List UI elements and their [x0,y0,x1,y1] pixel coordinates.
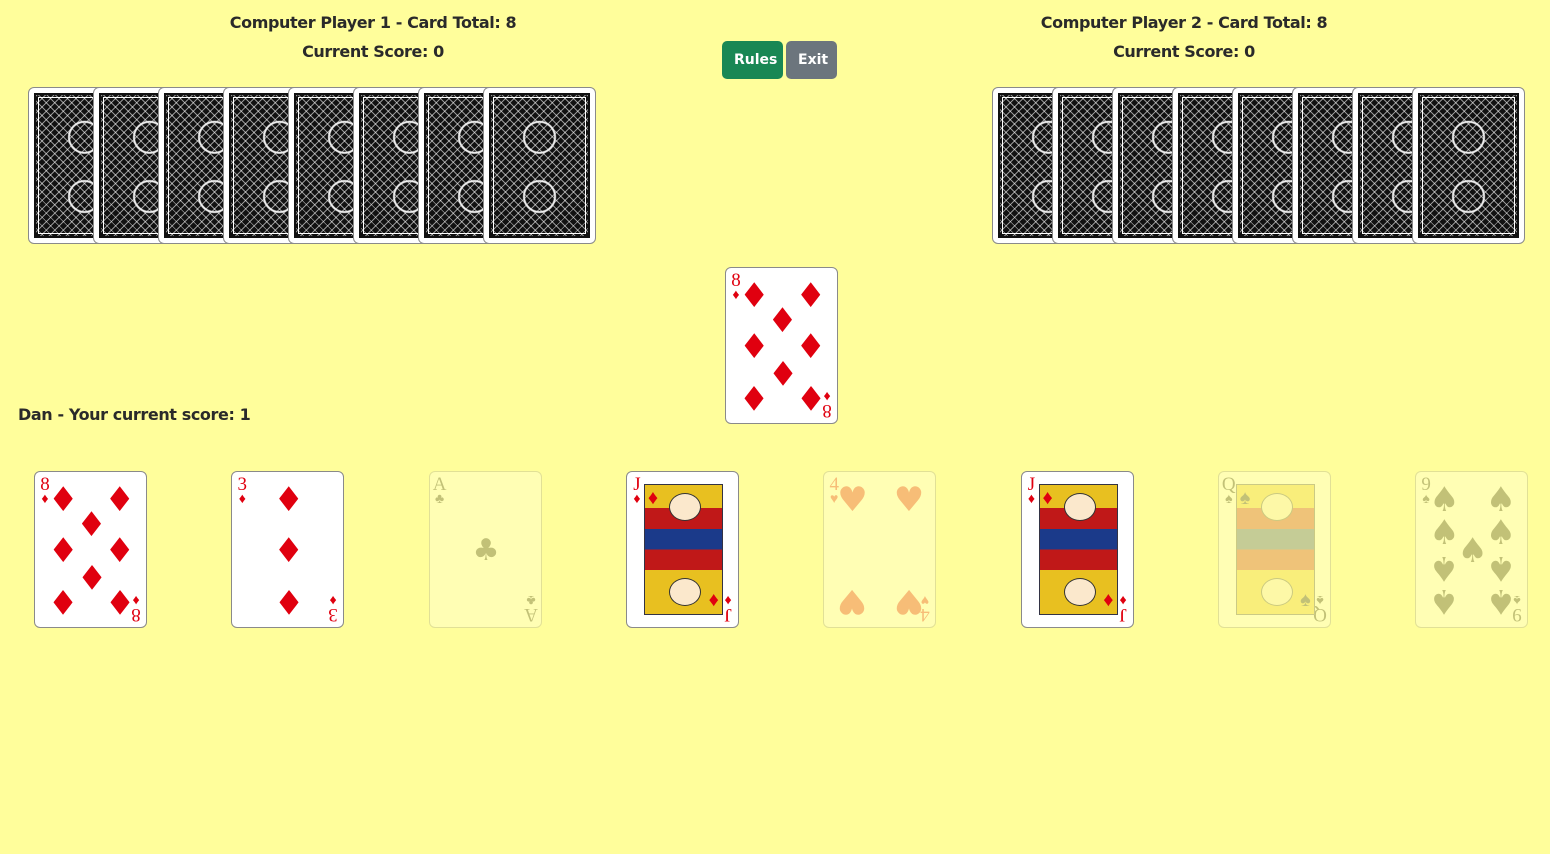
diamonds-icon: ♦ [1103,589,1114,611]
spades-pip-icon: ♠ [1429,480,1460,521]
court-face-icon [1260,578,1293,606]
diamonds-pip-icon: ♦ [273,580,305,621]
spades-pip-icon: ♠ [1429,547,1460,588]
card-corner-index: J ♦ [1024,475,1040,507]
court-face-icon [1260,493,1293,521]
card-q-of-spades[interactable]: Q ♠ Q ♠ ♠ ♠ [1217,471,1331,628]
diamonds-pip-icon: ♦ [273,480,305,521]
card-rank: J [724,604,732,625]
spades-icon: ♠ [1300,589,1311,611]
cp1-score: Current Score: 0 [302,42,444,61]
court-face-icon [668,493,701,521]
card-rank: J [1118,604,1127,625]
spades-pip-icon: ♠ [1429,580,1460,621]
card-corner-index: A ♣ [432,475,448,507]
card-rank: A [523,604,538,625]
rules-button[interactable]: Rules [722,41,783,79]
card-rank: Q [1312,604,1327,625]
spades-pip-icon: ♠ [1485,547,1517,588]
card-corner-index: 3 ♦ [325,592,341,625]
court-figure-icon: ♠ ♠ [1235,484,1315,615]
court-face-icon [1063,493,1096,521]
cp2-title: Computer Player 2 - Card Total: 8 [1040,13,1328,32]
diamonds-pip-icon: ♦ [795,376,826,417]
toolbar: Rules Exit [722,41,837,79]
card-corner-index: A ♣ [523,592,539,625]
hearts-pip-icon: ♥ [893,480,925,521]
hearts-pip-icon: ♥ [893,580,925,621]
diamonds-icon: ♦ [708,589,719,611]
spades-pip-icon: ♠ [1485,480,1517,521]
card-8-of-diamonds[interactable]: 8 ♦ 8 ♦ ♦ ♦ ♦ ♦ ♦ ♦ ♦ ♦ [34,471,147,628]
diamonds-icon: ♦ [647,487,659,509]
card-9-of-spades[interactable]: 9 ♠ 9 ♠ ♠ ♠ ♠ ♠ ♠ ♠ ♠ ♠ ♠ [1415,471,1529,628]
diamonds-pip-icon: ♦ [273,530,305,571]
diamonds-pip-icon: ♦ [48,580,79,621]
court-face-icon [668,578,701,606]
card-3-of-diamonds[interactable]: 3 ♦ 3 ♦ ♦ ♦ ♦ [231,471,345,628]
court-face-icon [1063,578,1096,606]
clubs-pip-icon: ♣ [472,532,500,568]
exit-button[interactable]: Exit [786,41,837,79]
spades-pip-icon: ♠ [1485,580,1517,621]
court-figure-icon: ♦ ♦ [643,484,723,615]
card-a-of-clubs[interactable]: A ♣ A ♣ ♣ [428,471,542,628]
cp1-title: Computer Player 1 - Card Total: 8 [229,13,517,32]
diamonds-pip-icon: ♦ [739,376,770,417]
card-4-of-hearts[interactable]: 4 ♥ 4 ♥ ♥ ♥ ♥ ♥ [823,471,937,628]
card-j-of-diamonds[interactable]: J ♦ J ♦ ♦ ♦ [625,471,739,628]
card-corner-index: Q ♠ [1221,475,1237,507]
court-figure-icon: ♦ ♦ [1038,484,1118,615]
card-back [483,87,596,244]
card-j-of-diamonds[interactable]: J ♦ J ♦ ♦ ♦ [1020,471,1134,628]
hearts-pip-icon: ♥ [837,480,868,521]
cp2-score: Current Score: 0 [1113,42,1255,61]
diamonds-icon: ♦ [633,492,641,507]
hearts-pip-icon: ♥ [837,580,868,621]
card-back [1412,87,1525,244]
card-corner-index: J ♦ [629,475,645,507]
card-corner-index: 3 ♦ [234,475,250,507]
card-rank: 3 [328,604,339,625]
card-8-of-diamonds[interactable]: 8 ♦ 8 ♦ ♦ ♦ ♦ ♦ ♦ ♦ ♦ ♦ [725,267,838,424]
diamonds-icon: ♦ [1042,487,1053,509]
player-score-label: Dan - Your current score: 1 [18,405,251,424]
diamonds-pip-icon: ♦ [104,580,135,621]
diamonds-icon: ♦ [1027,492,1036,507]
spades-icon: ♠ [1239,487,1251,509]
